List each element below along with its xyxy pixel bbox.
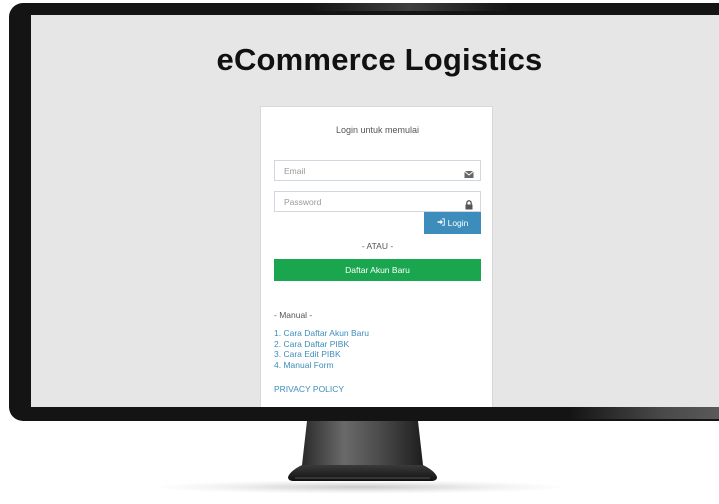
screen: eCommerce Logistics Login untuk memulai bbox=[31, 15, 719, 407]
monitor-frame: eCommerce Logistics Login untuk memulai bbox=[9, 3, 719, 421]
privacy-policy-link[interactable]: PRIVACY POLICY bbox=[274, 384, 344, 394]
manual-heading: - Manual - bbox=[274, 310, 313, 320]
password-input[interactable] bbox=[275, 192, 459, 212]
bezel-highlight bbox=[569, 407, 719, 419]
manual-link-manual-form[interactable]: 4. Manual Form bbox=[274, 360, 369, 371]
login-heading: Login untuk memulai bbox=[335, 125, 420, 135]
manual-link-daftar-akun[interactable]: 1. Cara Daftar Akun Baru bbox=[274, 328, 369, 339]
envelope-icon bbox=[464, 166, 474, 178]
email-field-wrapper bbox=[274, 160, 481, 181]
login-button[interactable]: Login bbox=[424, 212, 481, 234]
password-field-wrapper bbox=[274, 191, 481, 212]
manual-link-edit-pibk[interactable]: 3. Cara Edit PIBK bbox=[274, 349, 369, 360]
manual-link-daftar-pibk[interactable]: 2. Cara Daftar PIBK bbox=[274, 339, 369, 350]
lock-icon bbox=[464, 197, 474, 210]
manual-list: 1. Cara Daftar Akun Baru 2. Cara Daftar … bbox=[274, 328, 369, 370]
register-button[interactable]: Daftar Akun Baru bbox=[274, 259, 481, 281]
sign-in-icon bbox=[437, 218, 445, 228]
monitor-stand bbox=[288, 421, 437, 481]
login-button-label: Login bbox=[447, 218, 469, 228]
or-divider-text: - ATAU - bbox=[361, 241, 394, 251]
email-input[interactable] bbox=[275, 161, 459, 181]
login-panel: Login untuk memulai Email Login - ATAU -… bbox=[260, 106, 493, 407]
app-title: eCommerce Logistics bbox=[216, 42, 543, 77]
